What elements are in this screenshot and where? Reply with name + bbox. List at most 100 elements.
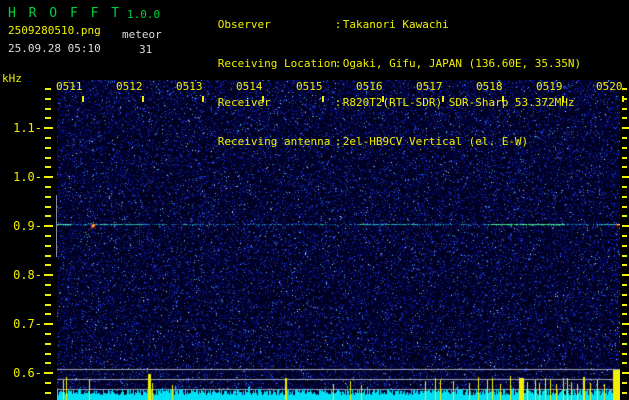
freq-tick-minor-right: [622, 206, 627, 208]
freq-tick-minor: [45, 313, 51, 315]
info-colon: :: [334, 18, 342, 31]
frequency-axis-unit: kHz: [2, 72, 22, 85]
freq-tick-minor: [45, 333, 51, 335]
freq-tick-minor: [45, 304, 51, 306]
freq-tick-minor-right: [622, 362, 627, 364]
freq-tick-major: [44, 323, 53, 325]
freq-tick-minor-right: [622, 166, 627, 168]
info-label: Receiving Location: [217, 57, 337, 70]
freq-tick-minor: [45, 255, 51, 257]
freq-tick-minor-right: [622, 333, 627, 335]
info-colon: :: [334, 96, 342, 109]
freq-tick-major-right: [622, 323, 629, 325]
freq-tick-minor: [45, 147, 51, 149]
info-colon: :: [334, 135, 342, 148]
time-tick: [202, 96, 204, 102]
freq-tick-minor: [45, 186, 51, 188]
frame-datetime: 25.09.28 05:10: [8, 42, 101, 55]
freq-tick-minor-right: [622, 137, 627, 139]
time-tick: [442, 96, 444, 102]
freq-tick-major: [44, 372, 53, 374]
freq-tick-minor: [45, 362, 51, 364]
freq-axis-label: 1.1-: [13, 121, 42, 135]
time-tick: [502, 96, 504, 102]
freq-tick-minor: [45, 157, 51, 159]
freq-tick-minor-right: [622, 284, 627, 286]
freq-tick-minor: [45, 284, 51, 286]
freq-tick-minor-right: [622, 196, 627, 198]
freq-tick-minor: [45, 245, 51, 247]
freq-axis-label: 0.9-: [13, 219, 42, 233]
freq-tick-minor-right: [622, 353, 627, 355]
freq-tick-minor-right: [622, 255, 627, 257]
time-axis-label: 0514: [236, 80, 263, 93]
freq-tick-minor: [45, 353, 51, 355]
time-axis-label: 0520: [596, 80, 623, 93]
info-row-location: Receiving Location:Ogaki, Gifu, JAPAN (1…: [178, 44, 581, 83]
freq-tick-minor: [45, 215, 51, 217]
time-axis-label: 0512: [116, 80, 143, 93]
freq-axis-label: 0.8-: [13, 268, 42, 282]
info-label: Receiving antenna: [217, 135, 331, 148]
freq-tick-major: [44, 176, 53, 178]
freq-tick-minor-right: [622, 294, 627, 296]
time-tick: [322, 96, 324, 102]
freq-tick-major-right: [622, 127, 629, 129]
time-axis-label: 0516: [356, 80, 383, 93]
freq-tick-minor-right: [622, 382, 627, 384]
freq-tick-major: [44, 274, 53, 276]
meteor-count: 31: [139, 43, 153, 56]
freq-tick-minor-right: [622, 215, 627, 217]
info-label: Observer: [217, 18, 271, 31]
freq-tick-minor: [45, 206, 51, 208]
freq-tick-minor: [45, 196, 51, 198]
freq-tick-minor: [45, 166, 51, 168]
info-row-antenna: Receiving antenna:2el-HB9CV Vertical (el…: [178, 122, 581, 161]
freq-tick-minor: [45, 108, 51, 110]
time-axis-label: 0515: [296, 80, 323, 93]
freq-tick-minor-right: [622, 235, 627, 237]
time-axis-label: 0519: [536, 80, 563, 93]
freq-tick-minor-right: [622, 343, 627, 345]
time-axis-label: 0517: [416, 80, 443, 93]
app-version: 1.0.0: [127, 8, 161, 21]
info-value: R820T2(RTL-SDR) SDR-Sharp 53.372MHz: [342, 96, 575, 109]
time-tick: [562, 96, 564, 102]
info-value: 2el-HB9CV Vertical (el. E-W): [342, 135, 529, 148]
freq-tick-minor-right: [622, 88, 627, 90]
freq-axis-label: 1.0-: [13, 170, 42, 184]
freq-tick-major-right: [622, 274, 629, 276]
time-tick: [622, 96, 624, 102]
freq-tick-minor-right: [622, 264, 627, 266]
freq-tick-minor: [45, 264, 51, 266]
freq-tick-minor-right: [622, 157, 627, 159]
freq-tick-minor-right: [622, 186, 627, 188]
info-row-observer: Observer:Takanori Kawachi: [178, 5, 581, 44]
time-axis-label: 0513: [176, 80, 203, 93]
observation-mode-label: meteor: [122, 28, 162, 41]
freq-tick-minor-right: [622, 147, 627, 149]
time-tick: [142, 96, 144, 102]
freq-tick-minor: [45, 343, 51, 345]
freq-tick-major-right: [622, 225, 629, 227]
info-colon: :: [334, 57, 342, 70]
freq-tick-minor: [45, 235, 51, 237]
freq-tick-major-right: [622, 372, 629, 374]
time-tick: [382, 96, 384, 102]
freq-tick-minor: [45, 137, 51, 139]
freq-tick-major-right: [622, 176, 629, 178]
info-value: Ogaki, Gifu, JAPAN (136.60E, 35.35N): [342, 57, 582, 70]
info-value: Takanori Kawachi: [342, 18, 449, 31]
freq-tick-minor: [45, 294, 51, 296]
time-tick: [82, 96, 84, 102]
freq-tick-minor-right: [622, 392, 627, 394]
info-label: Receiver: [217, 96, 271, 109]
freq-tick-minor: [45, 392, 51, 394]
freq-tick-minor-right: [622, 108, 627, 110]
time-axis-label: 0511: [56, 80, 83, 93]
freq-tick-minor-right: [622, 245, 627, 247]
freq-tick-minor-right: [622, 313, 627, 315]
freq-tick-major: [44, 225, 53, 227]
freq-tick-minor: [45, 117, 51, 119]
freq-tick-minor-right: [622, 117, 627, 119]
